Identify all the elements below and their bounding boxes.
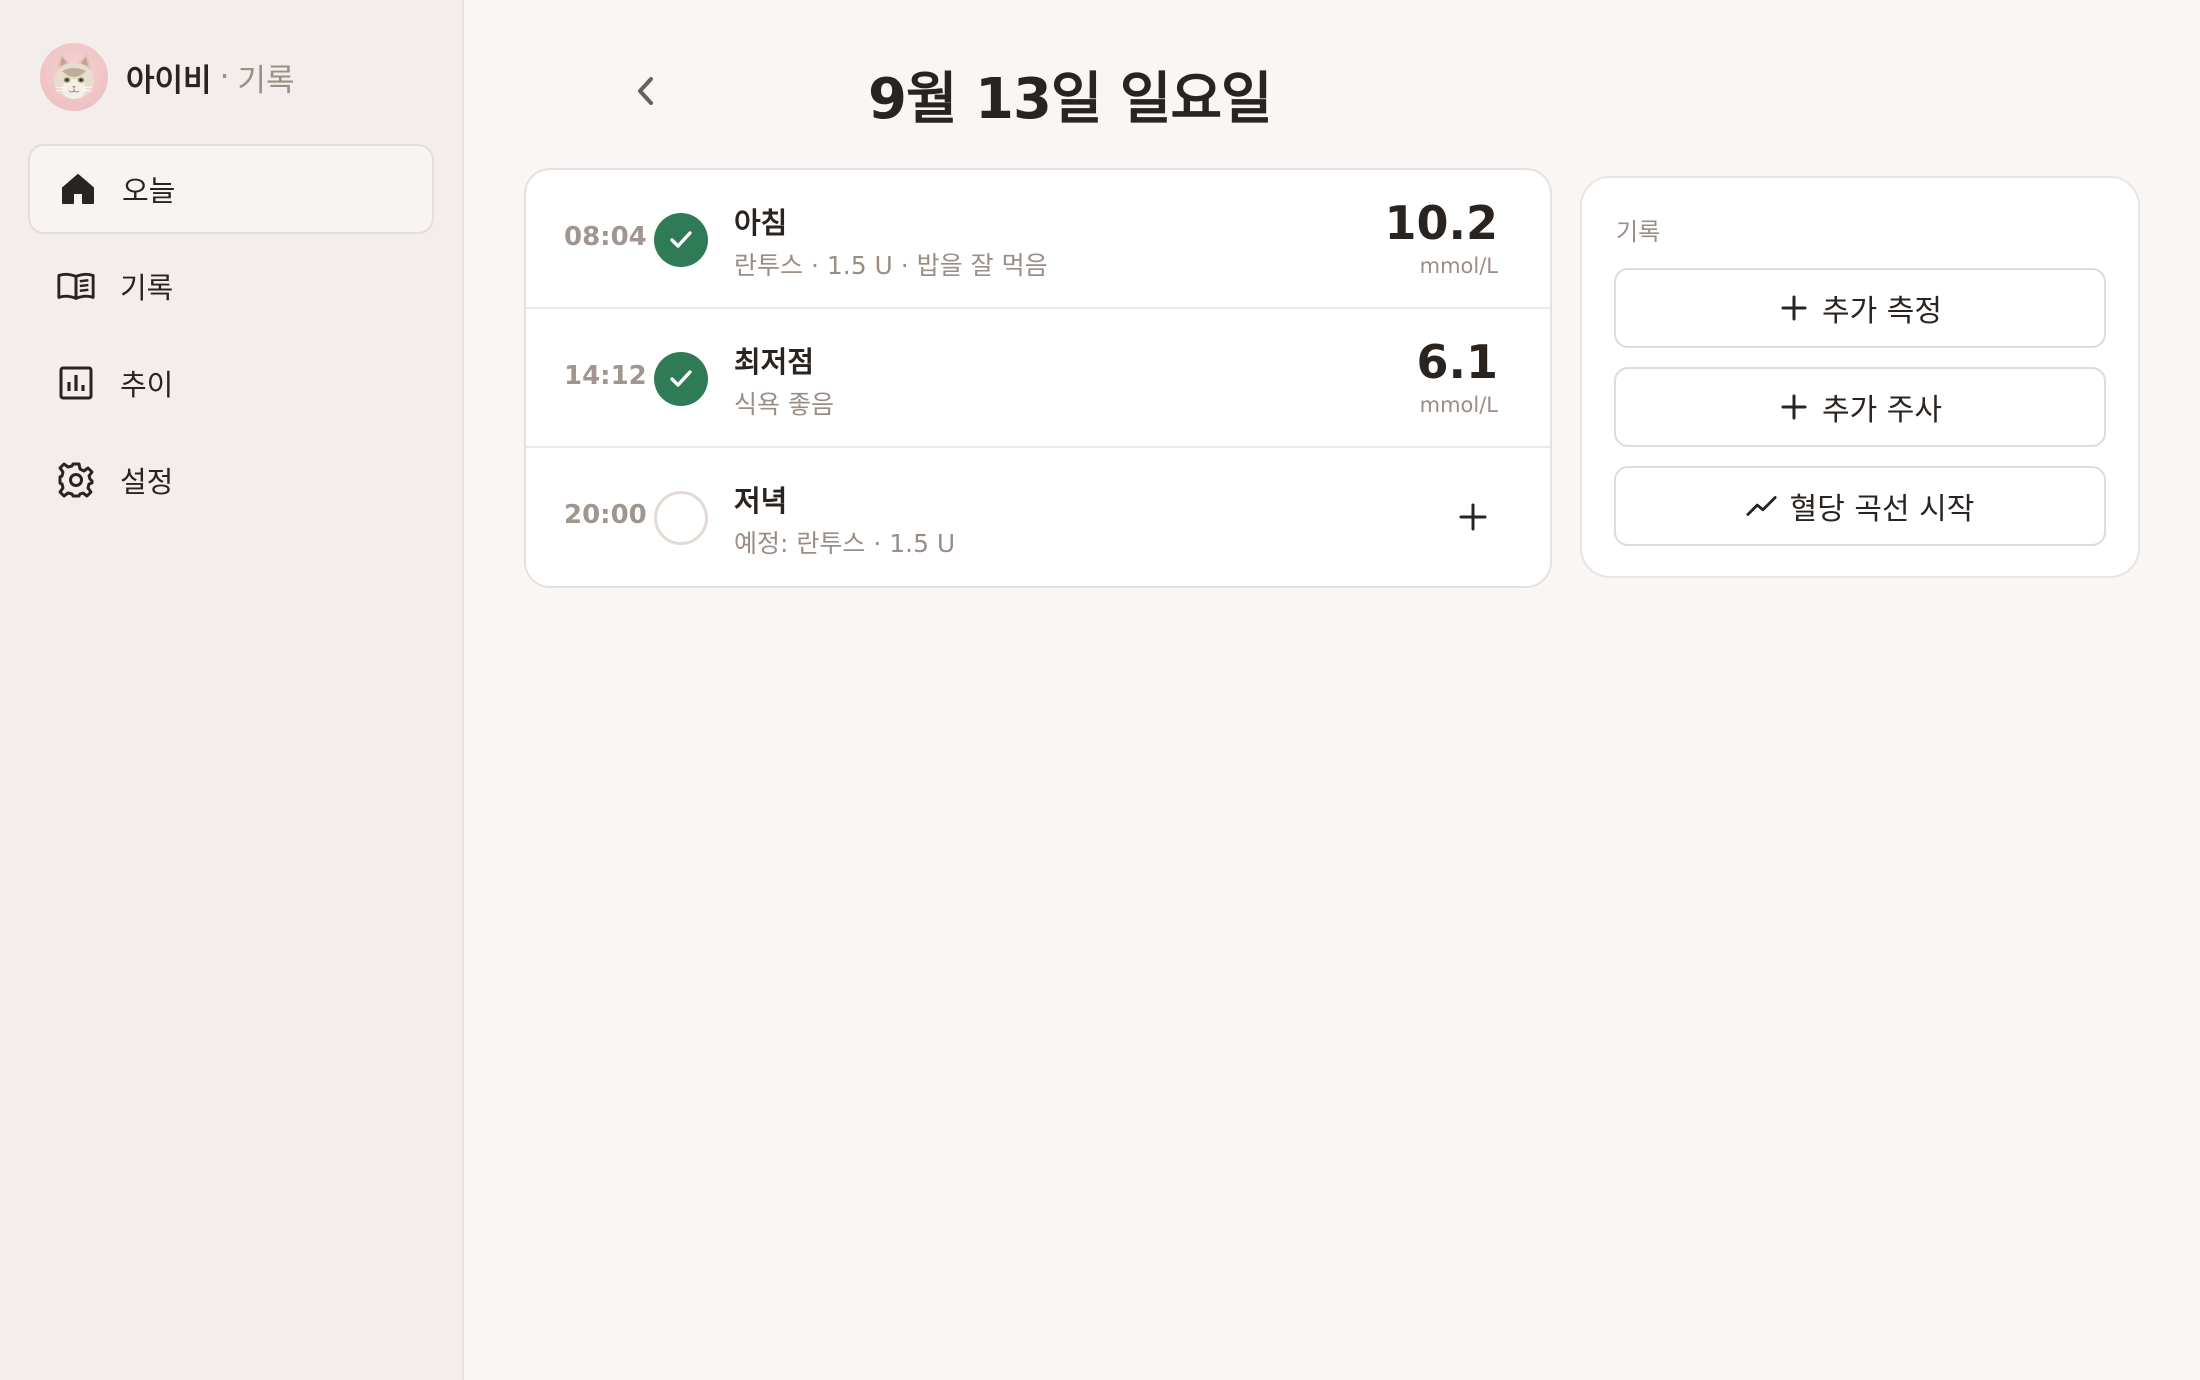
sidebar-item-label: 설정 xyxy=(120,465,174,499)
entries-card: 08:04 아침 란투스 · 1.5 U · 밥을 잘 먹음 10.2 mmol… xyxy=(524,168,1552,588)
sidebar-item-today[interactable]: 오늘 xyxy=(28,144,434,234)
gear-icon xyxy=(56,460,96,500)
button-label: 추가 측정 xyxy=(1822,294,1942,329)
entry-time: 20:00 xyxy=(564,500,647,530)
add-entry-button[interactable] xyxy=(1448,492,1498,542)
entry-title: 최저점 xyxy=(734,345,815,379)
list-item[interactable]: 20:00 저녁 예정: 란투스 · 1.5 U xyxy=(526,448,1550,586)
chevron-left-icon xyxy=(638,77,653,105)
add-injection-button[interactable]: 추가 주사 xyxy=(1614,367,2106,447)
page-title: 9월 13일 일요일 xyxy=(868,67,1272,132)
plus-icon xyxy=(1778,391,1810,423)
button-label: 추가 주사 xyxy=(1822,393,1942,428)
entry-subtitle: 예정: 란투스 · 1.5 U xyxy=(734,529,956,558)
brand: 아이비 · 기록 xyxy=(40,43,294,111)
sidebar-item-settings[interactable]: 설정 xyxy=(28,435,434,525)
plus-icon xyxy=(1778,292,1810,324)
button-label: 혈당 곡선 시작 xyxy=(1789,492,1975,527)
empty-circle-icon[interactable] xyxy=(654,491,708,545)
back-button[interactable] xyxy=(625,70,667,112)
sidebar-item-label: 기록 xyxy=(120,271,174,305)
sidebar-nav: 오늘 기록 추이 설정 xyxy=(28,144,434,532)
home-icon xyxy=(58,169,98,209)
entry-subtitle: 란투스 · 1.5 U · 밥을 잘 먹음 xyxy=(734,251,1048,280)
panel-label: 기록 xyxy=(1616,218,1661,246)
record-panel: 기록 추가 측정 추가 주사 혈당 곡선 시작 xyxy=(1580,176,2140,578)
entry-subtitle: 식욕 좋음 xyxy=(734,390,834,419)
glucose-value: 10.2 xyxy=(1384,196,1499,250)
chart-icon xyxy=(56,363,96,403)
list-item[interactable]: 14:12 최저점 식욕 좋음 6.1 mmol/L xyxy=(526,309,1550,448)
cat-avatar-icon xyxy=(54,53,94,99)
glucose-unit: mmol/L xyxy=(1419,254,1498,278)
brand-name: 아이비 xyxy=(126,62,212,99)
sidebar-item-records[interactable]: 기록 xyxy=(28,241,434,331)
add-measurement-button[interactable]: 추가 측정 xyxy=(1614,268,2106,348)
entry-title: 아침 xyxy=(734,206,788,240)
avatar[interactable] xyxy=(40,43,108,111)
trend-icon xyxy=(1746,490,1778,522)
entry-title: 저녁 xyxy=(734,484,788,518)
brand-section: 기록 xyxy=(237,62,295,99)
list-item[interactable]: 08:04 아침 란투스 · 1.5 U · 밥을 잘 먹음 10.2 mmol… xyxy=(526,170,1550,309)
brand-separator: · xyxy=(219,59,230,95)
start-glucose-curve-button[interactable]: 혈당 곡선 시작 xyxy=(1614,466,2106,546)
entry-time: 08:04 xyxy=(564,222,647,252)
app-root: 아이비 · 기록 오늘 기록 추이 설정 9월 13일 일요일 08:04 아침… xyxy=(0,0,2200,1380)
checkmark-icon[interactable] xyxy=(654,352,708,406)
glucose-value: 6.1 xyxy=(1416,335,1499,389)
sidebar: 아이비 · 기록 오늘 기록 추이 설정 xyxy=(0,0,464,1380)
sidebar-item-label: 추이 xyxy=(120,368,174,402)
book-icon xyxy=(56,266,96,306)
entry-time: 14:12 xyxy=(564,361,647,391)
glucose-unit: mmol/L xyxy=(1419,393,1498,417)
checkmark-icon[interactable] xyxy=(654,213,708,267)
sidebar-item-label: 오늘 xyxy=(122,174,176,208)
sidebar-item-trends[interactable]: 추이 xyxy=(28,338,434,428)
plus-icon xyxy=(1459,503,1487,531)
